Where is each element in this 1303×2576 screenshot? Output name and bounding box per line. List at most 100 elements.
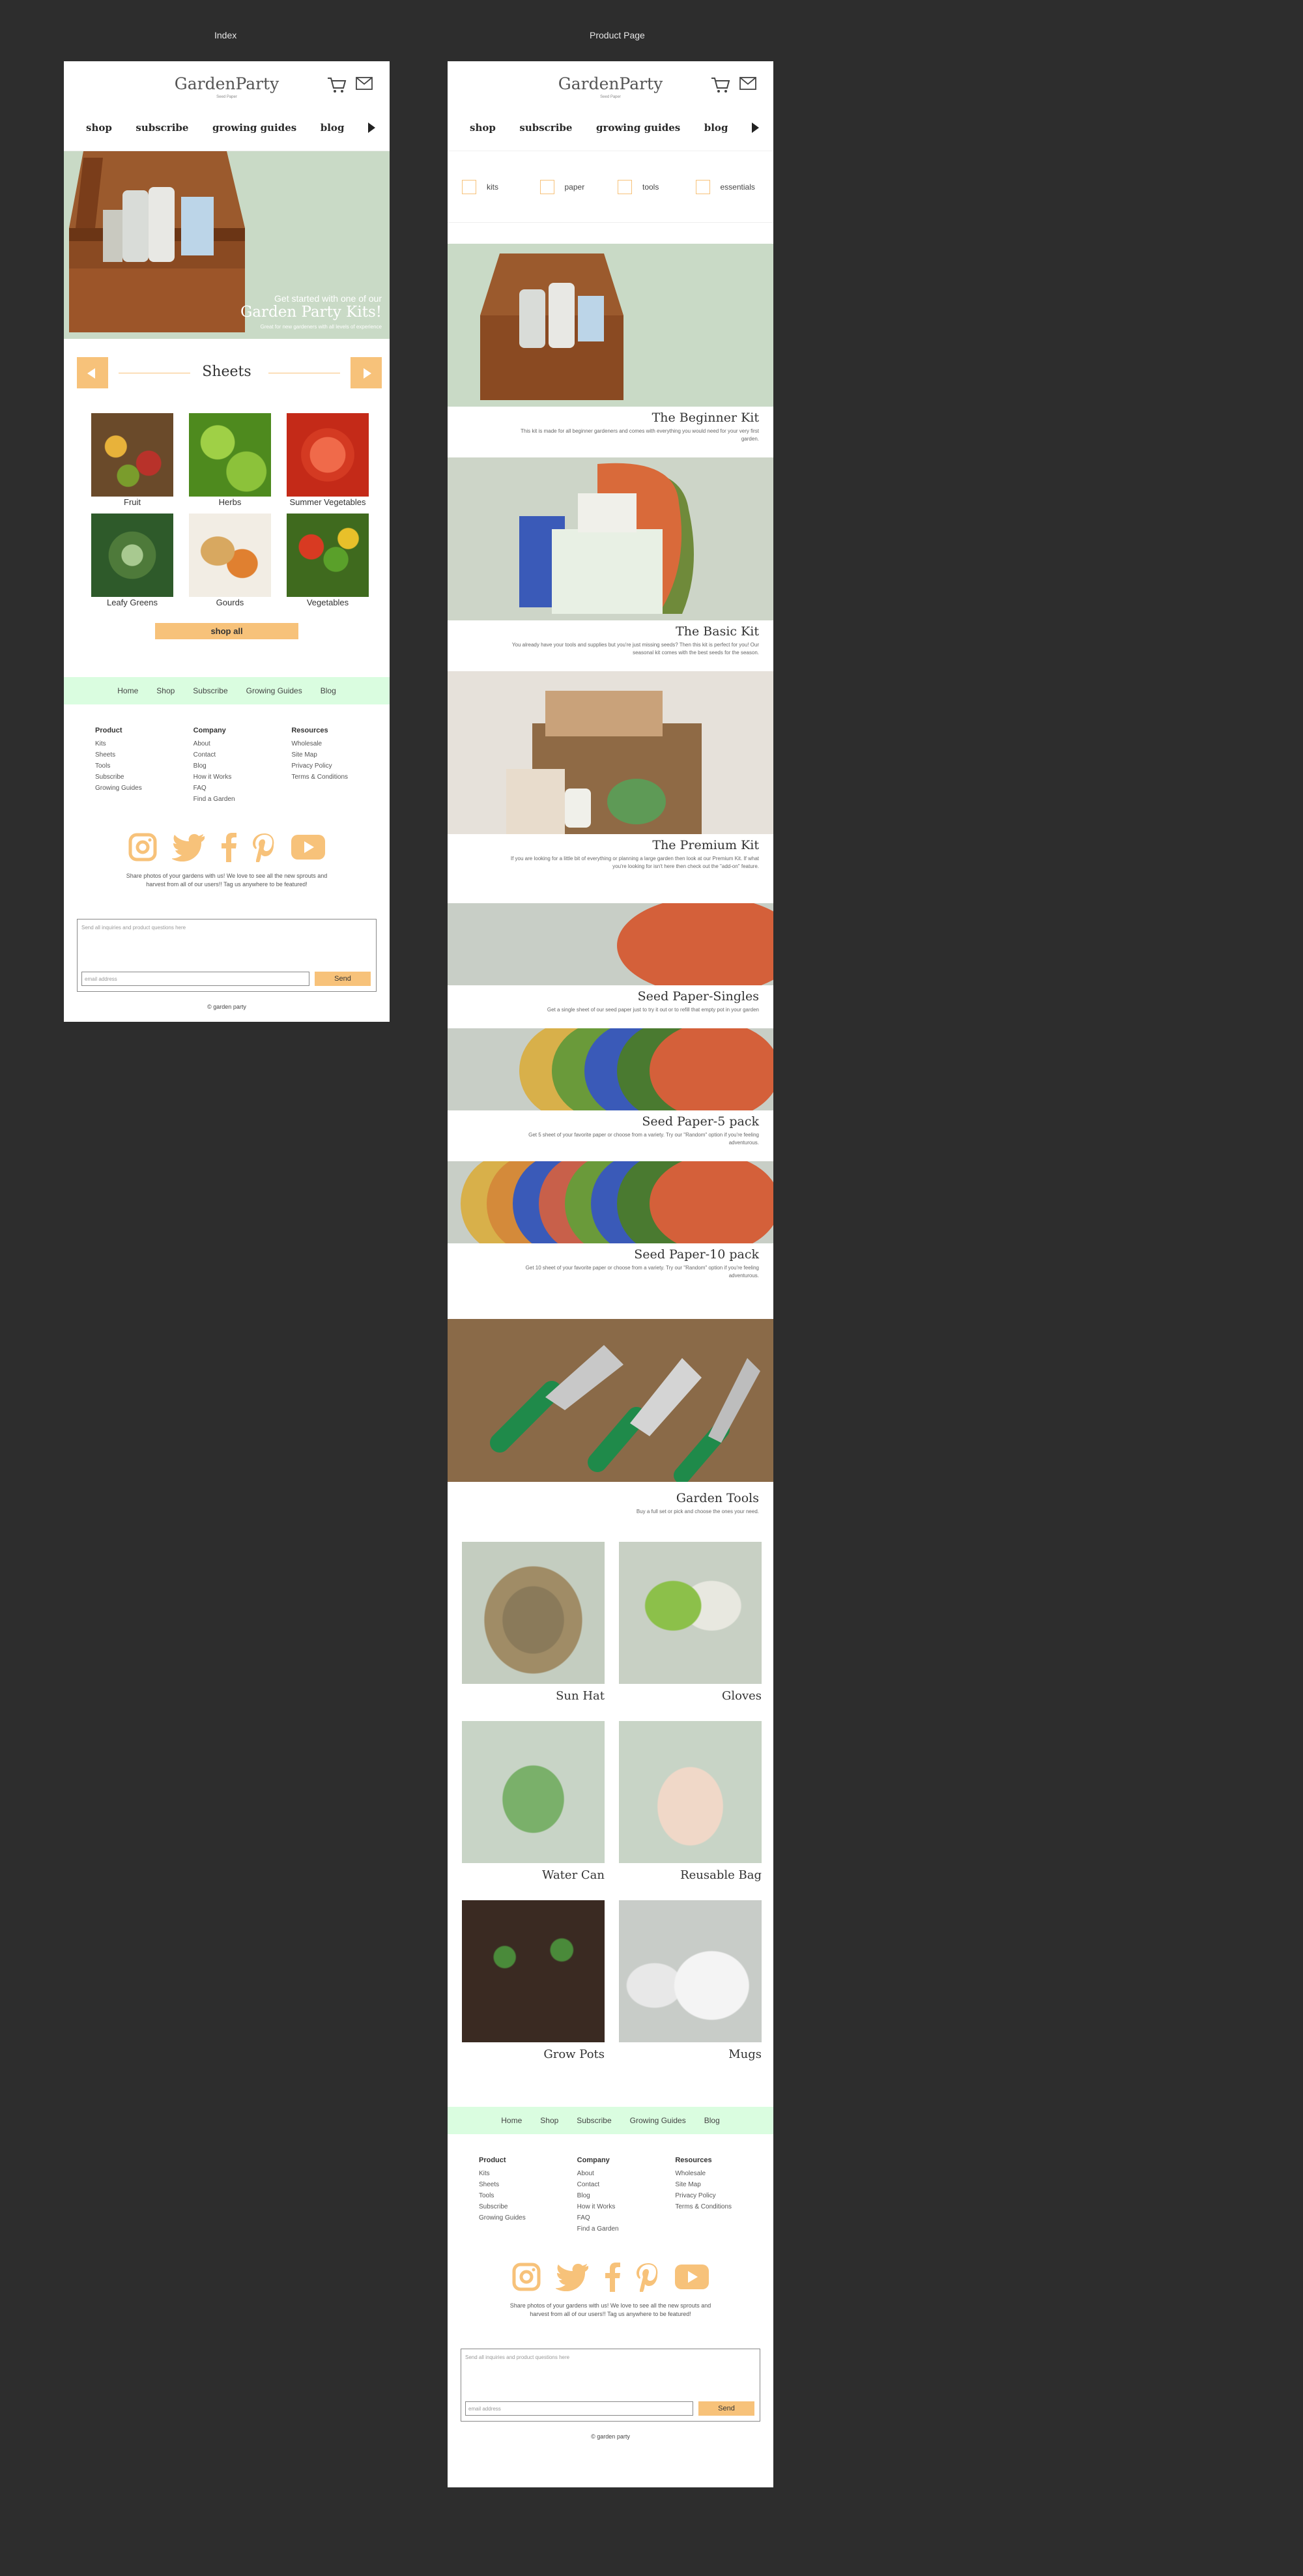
facebook-icon[interactable] — [604, 2262, 621, 2295]
nav-subscribe[interactable]: subscribe — [136, 122, 188, 134]
footer-link[interactable]: Terms & Conditions — [291, 772, 390, 783]
product-card-basic-kit[interactable]: The Basic Kit You already have your tool… — [448, 457, 773, 657]
footer-nav-growing-guides[interactable]: Growing Guides — [630, 2116, 686, 2125]
footer-link[interactable]: Growing Guides — [95, 783, 193, 794]
tool-card-gloves[interactable]: Gloves — [619, 1542, 762, 1703]
sheet-card-leafy-greens[interactable]: Leafy Greens — [91, 514, 173, 607]
email-field[interactable]: email address — [465, 2401, 693, 2416]
inquiry-textarea[interactable]: Send all inquiries and product questions… — [81, 925, 186, 931]
footer-nav-growing-guides[interactable]: Growing Guides — [246, 686, 302, 695]
inquiry-textarea[interactable]: Send all inquiries and product questions… — [465, 2354, 569, 2360]
footer-link[interactable]: About — [193, 738, 292, 749]
sheet-card-fruit[interactable]: Fruit — [91, 413, 173, 507]
footer-link[interactable]: Find a Garden — [193, 794, 292, 805]
mail-icon[interactable] — [739, 77, 756, 94]
nav-blog[interactable]: blog — [704, 122, 728, 134]
filter-paper[interactable]: paper — [539, 179, 618, 194]
footer-nav-home[interactable]: Home — [117, 686, 138, 695]
footer-link[interactable]: Terms & Conditions — [675, 2201, 773, 2212]
checkbox[interactable] — [618, 179, 632, 194]
tool-card-grow-pots[interactable]: Grow Pots — [462, 1900, 605, 2061]
shop-all-button[interactable]: shop all — [155, 623, 298, 639]
filter-kits[interactable]: kits — [462, 179, 540, 194]
nav-shop[interactable]: shop — [470, 122, 496, 134]
footer-link[interactable]: Find a Garden — [577, 2223, 676, 2235]
product-card-seed-paper-5[interactable]: Seed Paper-5 pack Get 5 sheet of your fa… — [448, 1028, 773, 1147]
footer-link[interactable]: Wholesale — [675, 2168, 773, 2179]
nav-growing-guides[interactable]: growing guides — [212, 122, 296, 134]
youtube-icon[interactable] — [291, 834, 326, 863]
footer-nav-subscribe[interactable]: Subscribe — [577, 2116, 611, 2125]
cart-icon[interactable] — [711, 77, 730, 94]
footer-link[interactable]: About — [577, 2168, 676, 2179]
product-card-premium-kit[interactable]: The Premium Kit If you are looking for a… — [448, 671, 773, 871]
sheet-card-summer-vegetables[interactable]: Summer Vegetables — [287, 413, 369, 507]
footer-link[interactable]: Sheets — [95, 749, 193, 760]
footer-nav-blog[interactable]: Blog — [704, 2116, 720, 2125]
footer-link[interactable]: Blog — [577, 2190, 676, 2201]
twitter-icon[interactable] — [554, 2263, 590, 2294]
tool-card-reusable-bag[interactable]: Reusable Bag — [619, 1721, 762, 1882]
cart-icon[interactable] — [327, 77, 347, 94]
footer-link[interactable]: Subscribe — [479, 2201, 577, 2212]
footer-link[interactable]: Tools — [479, 2190, 577, 2201]
footer-nav-subscribe[interactable]: Subscribe — [193, 686, 227, 695]
checkbox[interactable] — [462, 179, 476, 194]
product-card-seed-paper-singles[interactable]: Seed Paper-Singles Get a single sheet of… — [448, 903, 773, 1014]
footer-nav-shop[interactable]: Shop — [156, 686, 175, 695]
hero-banner[interactable]: Get started with one of our Garden Party… — [64, 151, 390, 339]
tool-card-sun-hat[interactable]: Sun Hat — [462, 1542, 605, 1703]
footer-link[interactable]: FAQ — [577, 2212, 676, 2223]
footer-link[interactable]: Wholesale — [291, 738, 390, 749]
instagram-icon[interactable] — [128, 832, 158, 865]
facebook-icon[interactable] — [220, 832, 237, 865]
checkbox[interactable] — [695, 179, 710, 194]
footer-link[interactable]: Privacy Policy — [675, 2190, 773, 2201]
sheet-card-gourds[interactable]: Gourds — [189, 514, 271, 607]
footer-nav-shop[interactable]: Shop — [540, 2116, 558, 2125]
sheet-card-herbs[interactable]: Herbs — [189, 413, 271, 507]
footer-link[interactable]: Blog — [193, 760, 292, 772]
footer-link[interactable]: Sheets — [479, 2179, 577, 2190]
email-field[interactable]: email address — [81, 972, 309, 986]
twitter-icon[interactable] — [171, 833, 206, 865]
nav-next-arrow-icon[interactable] — [367, 122, 375, 133]
filter-essentials[interactable]: essentials — [695, 179, 774, 194]
pinterest-icon[interactable] — [251, 832, 276, 866]
pinterest-icon[interactable] — [635, 2262, 660, 2296]
footer-link[interactable]: Subscribe — [95, 772, 193, 783]
nav-blog[interactable]: blog — [321, 122, 345, 134]
nav-subscribe[interactable]: subscribe — [519, 122, 572, 134]
footer-nav-blog[interactable]: Blog — [321, 686, 336, 695]
footer-link[interactable]: Privacy Policy — [291, 760, 390, 772]
footer-link[interactable]: Growing Guides — [479, 2212, 577, 2223]
footer-link[interactable]: Contact — [577, 2179, 676, 2190]
mail-icon[interactable] — [356, 77, 373, 94]
youtube-icon[interactable] — [674, 2264, 709, 2293]
footer-link[interactable]: Contact — [193, 749, 292, 760]
garden-tools-section[interactable]: Garden Tools Buy a full set or pick and … — [448, 1319, 773, 1516]
send-button[interactable]: Send — [698, 2401, 754, 2416]
footer-nav-home[interactable]: Home — [501, 2116, 522, 2125]
filter-tools[interactable]: tools — [618, 179, 696, 194]
product-card-seed-paper-10[interactable]: Seed Paper-10 pack Get 10 sheet of your … — [448, 1161, 773, 1280]
carousel-next-button[interactable] — [351, 357, 382, 388]
footer-link[interactable]: Site Map — [291, 749, 390, 760]
footer-link[interactable]: FAQ — [193, 783, 292, 794]
nav-next-arrow-icon[interactable] — [751, 122, 759, 133]
send-button[interactable]: Send — [315, 972, 371, 986]
tool-card-water-can[interactable]: Water Can — [462, 1721, 605, 1882]
checkbox[interactable] — [539, 179, 554, 194]
footer-link[interactable]: How it Works — [193, 772, 292, 783]
tool-card-mugs[interactable]: Mugs — [619, 1900, 762, 2061]
instagram-icon[interactable] — [511, 2262, 541, 2295]
footer-link[interactable]: Site Map — [675, 2179, 773, 2190]
footer-link[interactable]: How it Works — [577, 2201, 676, 2212]
nav-shop[interactable]: shop — [86, 122, 112, 134]
footer-link[interactable]: Kits — [95, 738, 193, 749]
sheet-card-vegetables[interactable]: Vegetables — [287, 514, 369, 607]
footer-link[interactable]: Tools — [95, 760, 193, 772]
footer-link[interactable]: Kits — [479, 2168, 577, 2179]
nav-growing-guides[interactable]: growing guides — [596, 122, 680, 134]
product-card-beginner-kit[interactable]: The Beginner Kit This kit is made for al… — [448, 244, 773, 443]
